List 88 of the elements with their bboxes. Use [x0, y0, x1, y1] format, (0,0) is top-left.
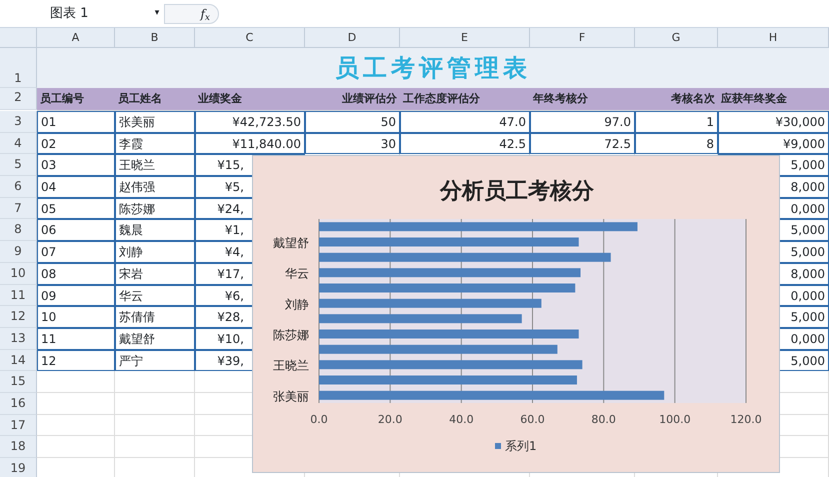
header-cell: 员工编号	[37, 88, 115, 111]
column-header[interactable]: G	[635, 28, 718, 48]
table-cell: 47.0	[400, 111, 530, 133]
table-cell: 30	[305, 132, 400, 154]
column-header[interactable]: E	[400, 28, 530, 48]
select-all-corner[interactable]	[0, 28, 37, 48]
tick-label: 40.0	[449, 413, 474, 426]
table-cell: 07	[37, 241, 115, 263]
table-cell: 09	[37, 284, 115, 306]
table-cell: 05	[37, 198, 115, 220]
name-box[interactable]: 图表 1	[0, 4, 150, 24]
table-cell: ¥30,000	[718, 111, 829, 133]
row-header[interactable]: 18	[0, 436, 37, 458]
row-header[interactable]: 12	[0, 306, 37, 328]
row-header[interactable]: 13	[0, 328, 37, 350]
row-header[interactable]: 4	[0, 132, 37, 154]
row-header[interactable]: 1	[0, 48, 37, 88]
table-cell: 宋岩	[115, 262, 195, 284]
header-cell: 业绩评估分	[305, 88, 400, 111]
table-cell: 97.0	[530, 111, 635, 133]
header-cell: 工作态度评估分	[400, 88, 530, 111]
table-cell: 01	[37, 111, 115, 133]
header-cell: 年终考核分	[530, 88, 635, 111]
row-header[interactable]: 3	[0, 111, 37, 133]
row-header[interactable]: 6	[0, 176, 37, 198]
table-cell: 苏倩倩	[115, 306, 195, 328]
column-header[interactable]: D	[305, 28, 400, 48]
row-header[interactable]: 17	[0, 414, 37, 436]
tick-label: 80.0	[591, 413, 616, 426]
table-cell: 72.5	[530, 132, 635, 154]
row-header[interactable]: 15	[0, 371, 37, 393]
table-cell: 赵伟强	[115, 176, 195, 198]
row-header[interactable]: 9	[0, 241, 37, 263]
column-header[interactable]: B	[115, 28, 195, 48]
row-header[interactable]: 14	[0, 350, 37, 372]
category-label: 张美丽	[273, 389, 309, 404]
row-header[interactable]: 10	[0, 262, 37, 284]
table-cell: 1	[635, 111, 718, 133]
table-cell: 李霞	[115, 132, 195, 154]
header-cell: 考核名次	[635, 88, 718, 111]
table-cell: ¥9,000	[718, 132, 829, 154]
table-cell: ¥11,840.00	[195, 132, 305, 154]
column-header[interactable]: F	[530, 28, 635, 48]
tick-label: 20.0	[378, 413, 402, 426]
table-cell: 8	[635, 132, 718, 154]
table-cell: 陈莎娜	[115, 198, 195, 220]
row-header[interactable]: 5	[0, 154, 37, 176]
table-cell: 12	[37, 350, 115, 372]
column-header[interactable]: C	[195, 28, 305, 48]
table-cell: 王晓兰	[115, 154, 195, 176]
table-cell: 魏晨	[115, 219, 195, 242]
column-header[interactable]: A	[37, 28, 115, 48]
formula-icon[interactable]: f$_{x}$	[200, 4, 210, 22]
table-cell: 03	[37, 154, 115, 176]
row-header[interactable]: 7	[0, 198, 37, 220]
legend-label: 系列1	[505, 439, 537, 453]
table-cell: 华云	[115, 284, 195, 306]
table-cell: 11	[37, 328, 115, 350]
column-header[interactable]: H	[718, 28, 829, 48]
header-cell: 业绩奖金	[195, 88, 305, 111]
tick-label: 60.0	[520, 413, 545, 426]
table-cell: 戴望舒	[115, 328, 195, 350]
table-cell: 10	[37, 306, 115, 328]
table-cell: 08	[37, 262, 115, 284]
row-header[interactable]: 19	[0, 458, 37, 477]
table-cell: 02	[37, 132, 115, 154]
legend-marker	[495, 443, 501, 449]
table-cell: 42.5	[400, 132, 530, 154]
sheet-title: 员工考评管理表	[37, 48, 829, 88]
row-header[interactable]: 2	[0, 88, 37, 110]
row-header[interactable]: 11	[0, 284, 37, 306]
table-cell: 06	[37, 219, 115, 242]
row-header[interactable]: 8	[0, 219, 37, 242]
chart-background[interactable]: 分析员工考核分 0.0 20.0 40.0 60.0 80.0 100.0 120.0 戴望舒 华云 刘静 陈莎娜 王晓兰 张美丽 系列1	[252, 155, 780, 473]
table-cell: 刘静	[115, 241, 195, 263]
tick-label: 100.0	[659, 413, 691, 426]
table-cell: 04	[37, 176, 115, 198]
header-cell: 应获年终奖金	[718, 88, 829, 111]
dropdown-arrow[interactable]: ▾	[150, 6, 164, 20]
chart-title: 分析员工考核分	[440, 179, 594, 204]
tick-label: 0.0	[310, 413, 328, 426]
tick-label: 120.0	[730, 413, 762, 426]
table-cell: 50	[305, 111, 400, 133]
table-cell: 张美丽	[115, 111, 195, 133]
header-cell: 员工姓名	[115, 88, 195, 111]
row-header[interactable]: 16	[0, 392, 37, 415]
table-cell: ¥42,723.50	[195, 111, 305, 133]
table-cell: 严宁	[115, 350, 195, 372]
